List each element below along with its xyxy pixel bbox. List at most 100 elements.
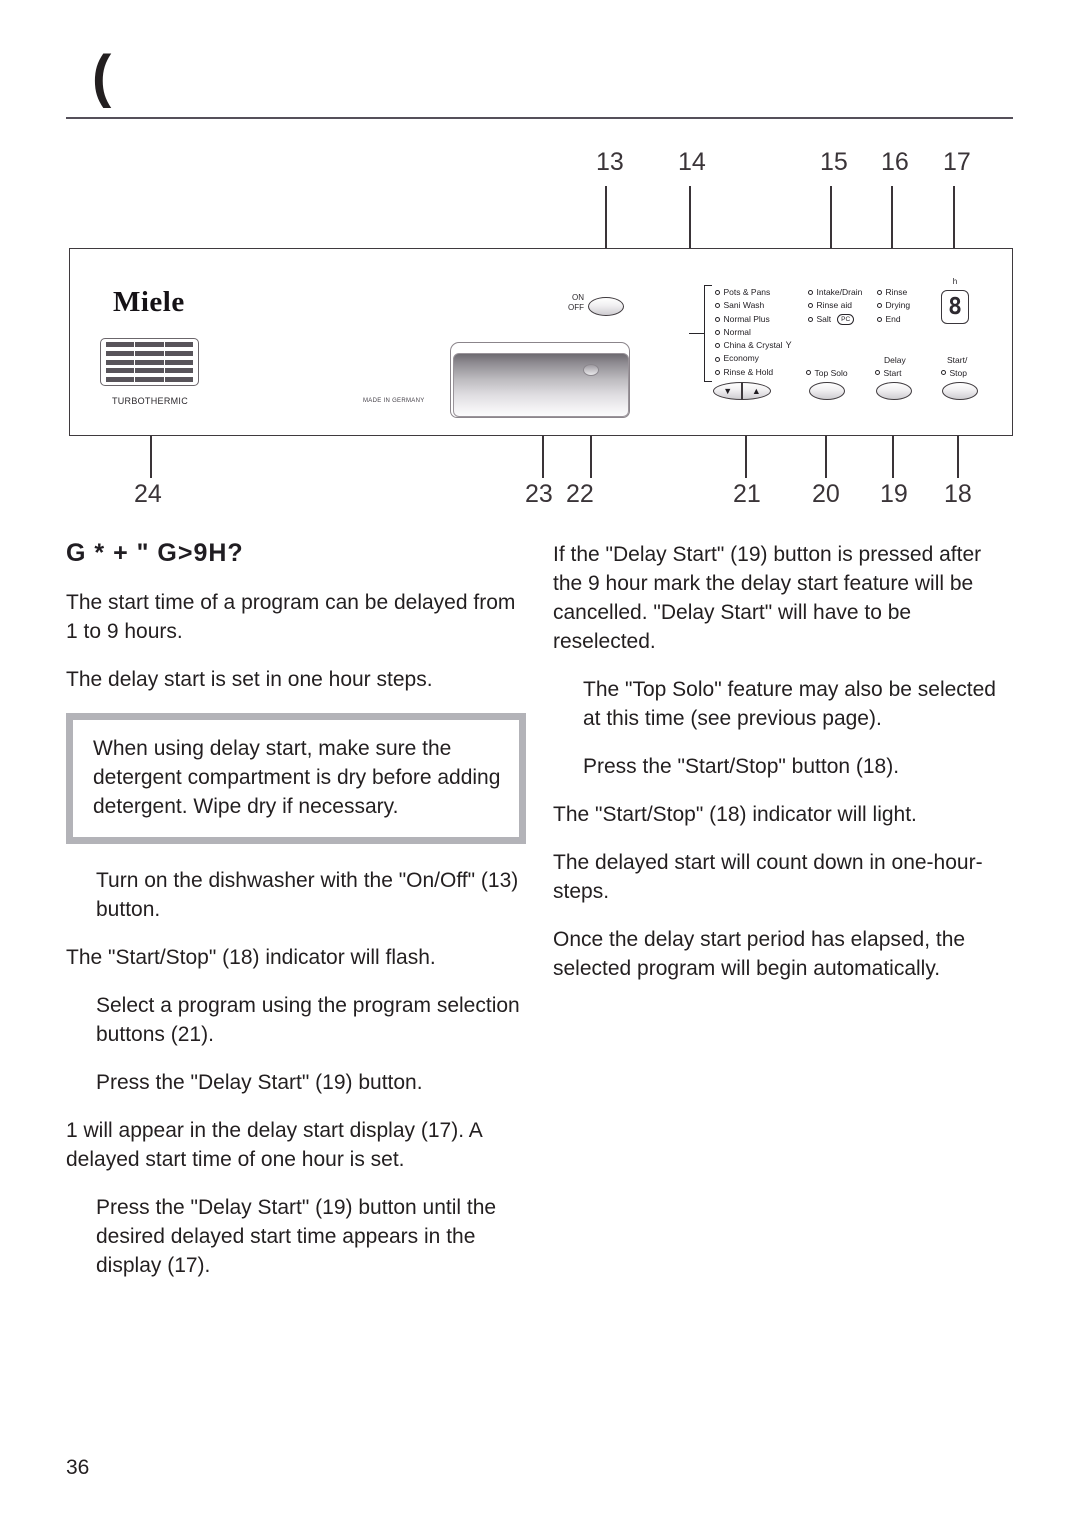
crystal-glass-icon: Υ [785,340,792,351]
body-paragraph: Turn on the dishwasher with the "On/Off"… [96,868,519,921]
program-indicator-label: Normal Plus [723,313,770,324]
status-indicator-label: Salt [816,313,832,324]
right-step-paragraphs: If the "Delay Start" (19) button is pres… [553,540,1013,983]
indicator-led-icon [808,303,813,309]
program-down-arrow-icon[interactable]: ▼ [714,386,741,396]
on-off-label: ON OFF [562,293,584,313]
body-paragraph: 1 will appear in the delay start display… [66,1118,482,1171]
status-indicator-row: Rinse [877,286,910,299]
status-indicator-row: Intake/Drain [808,286,862,299]
delay-start-display: 8 [941,290,969,324]
status-indicator-column-1: Intake/Drain Rinse aid Salt PC [808,286,862,326]
callout-top-14: 14 [678,148,706,176]
callout-bottom-19: 19 [880,480,908,508]
program-indicator-label: China & Crystal [723,340,783,351]
program-indicator-row: Rinse & Hold [715,366,792,379]
delay-start-button[interactable] [876,382,912,400]
body-paragraph: The "Start/Stop" (18) indicator will lig… [553,803,917,826]
indicator-led-icon [715,330,720,336]
status-indicator-label: Intake/Drain [816,287,863,297]
body-paragraph: The "Start/Stop" (18) indicator will fla… [66,945,436,969]
program-indicator-row: Normal [715,326,792,339]
status-indicator-column-2: Rinse Drying End [877,286,910,326]
callout-bottom-21: 21 [733,480,761,508]
indicator-led-icon [877,316,882,322]
delay-start-caption: Delay [884,355,906,366]
start-stop-led-icon [941,370,946,376]
indicator-led-icon [715,343,720,349]
body-paragraph: Select a program using the program selec… [96,993,520,1046]
callout-top-13: 13 [596,148,624,176]
callout-bottom-20: 20 [812,480,840,508]
program-indicator-list: Pots & Pans Sani Wash Normal Plus Normal Chi… [715,286,792,379]
top-solo-led-icon [806,370,811,376]
status-indicator-row: Rinse aid [808,299,862,312]
delay-start-led-icon [875,370,880,376]
top-solo-indicator: Top Solo [806,366,848,379]
body-paragraph: Press the "Delay Start" (19) button. [96,1070,423,1094]
delay-display-hour-unit: h [952,277,958,286]
status-indicator-label: Drying [885,300,911,311]
salt-pc-badge: PC [837,313,855,325]
program-group-leader [689,333,705,335]
body-paragraph: The delay start is set in one hour steps… [66,667,433,691]
top-solo-button[interactable] [809,382,845,400]
section-heading: G * + " G>9H? [66,539,244,567]
body-paragraph: The start time of a program can be delay… [66,590,516,643]
start-stop-caption: Start/ [947,355,967,366]
callout-bottom-23: 23 [525,480,553,508]
status-indicator-label: Rinse [885,287,908,297]
indicator-led-icon [715,369,720,375]
indicator-led-icon [808,316,813,322]
door-handle [453,353,629,417]
indicator-led-icon [715,290,720,296]
indicator-led-icon [808,290,813,296]
body-paragraph: The delayed start will count down in one… [553,851,983,903]
start-stop-indicator: Stop [941,366,967,379]
delay-display-digit: 8 [948,293,962,320]
program-selection-buttons[interactable]: ▼ ▲ [713,382,771,400]
status-indicator-row: Drying [877,299,910,312]
indicator-led-icon [877,303,882,309]
program-indicator-label: Pots & Pans [723,287,771,297]
program-group-bracket [704,285,712,382]
note-text: When using delay start, make sure the de… [93,736,501,818]
on-label: ON [572,293,584,302]
left-text-column: G * + " G>9H? The start time of a progra… [66,539,526,1299]
callout-bottom-24: 24 [134,480,162,508]
program-indicator-label: Rinse & Hold [723,366,774,377]
program-indicator-label: Economy [723,353,759,364]
program-indicator-row: Economy [715,352,792,365]
status-indicator-row: Salt PC [808,313,862,326]
program-indicator-label: Normal [723,326,751,337]
manual-page: ( 13 14 15 16 17 24 23 22 21 20 19 18 Miele TURBOTH… [0,0,1080,1529]
status-indicator-label: End [885,313,901,324]
off-label: OFF [568,303,584,312]
delay-label: Delay [884,355,906,365]
right-text-column: If the "Delay Start" (19) button is pres… [553,540,1013,1002]
program-indicator-row: Normal Plus [715,313,792,326]
start-label: Start/ [947,355,968,365]
status-indicator-label: Rinse aid [816,300,852,311]
indicator-led-icon [715,356,720,362]
indicator-led-icon [715,303,720,309]
header-divider [66,117,1013,119]
body-paragraph: Once the delay start period has elapsed,… [553,928,966,980]
body-paragraph: Press the "Delay Start" (19) button unti… [96,1195,497,1277]
page-number: 36 [66,1456,90,1479]
on-off-button[interactable] [588,297,624,316]
body-paragraph: If the "Delay Start" (19) button is pres… [553,543,982,653]
start-stop-button[interactable] [942,382,978,400]
program-indicator-label: Sani Wash [723,300,765,311]
delay-start-indicator: Start [875,366,901,379]
callout-top-15: 15 [820,148,848,176]
indicator-led-icon [877,290,882,296]
body-paragraph: The "Top Solo" feature may also be selec… [583,678,996,730]
left-step-paragraphs: Turn on the dishwasher with the "On/Off"… [66,866,526,1280]
status-indicator-row: End [877,313,910,326]
program-up-arrow-icon[interactable]: ▲ [743,386,770,396]
note-box: When using delay start, make sure the de… [66,712,526,844]
made-in-germany-label: MADE IN GERMANY [363,398,425,404]
indicator-led-icon [715,316,720,322]
door-latch-icon [583,364,599,376]
